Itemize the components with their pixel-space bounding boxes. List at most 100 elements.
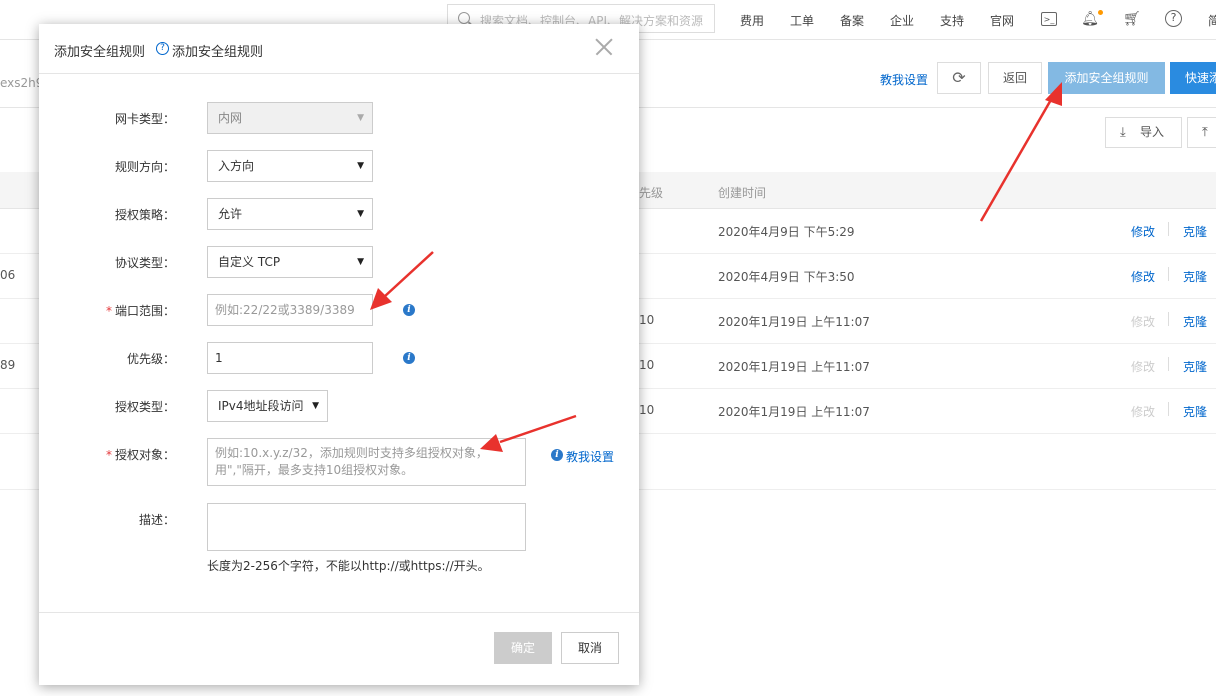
row-edit-link[interactable]: 修改 — [1131, 268, 1155, 285]
row-clone-link[interactable]: 克隆 — [1183, 313, 1207, 330]
help-icon[interactable]: ? — [1165, 10, 1182, 27]
question-icon[interactable]: ? — [156, 42, 169, 55]
nav-link-icp[interactable]: 备案 — [840, 12, 864, 29]
description-textarea[interactable] — [207, 503, 526, 551]
nic-type-value: 内网 — [218, 111, 243, 125]
port-range-input[interactable]: 例如:22/22或3389/3389 — [207, 294, 373, 326]
teach-me-link[interactable]: 教我设置 — [566, 448, 614, 465]
teach-me-link[interactable]: 教我设置 — [880, 71, 928, 88]
nav-link-tickets[interactable]: 工单 — [790, 12, 814, 29]
chevron-down-icon: ▼ — [357, 113, 364, 123]
nav-link-cut[interactable]: 简 — [1208, 12, 1216, 29]
row-created-time: 2020年1月19日 上午11:07 — [718, 405, 870, 419]
info-icon[interactable]: i — [403, 352, 415, 364]
port-range-placeholder: 例如:22/22或3389/3389 — [215, 303, 355, 317]
row-created-time: 2020年1月19日 上午11:07 — [718, 360, 870, 374]
row-edit-link-disabled: 修改 — [1131, 405, 1156, 419]
port-range-label: * 端口范围： — [55, 302, 175, 319]
row-left-fragment: 89 — [0, 358, 16, 372]
auth-type-select[interactable]: IPv4地址段访问 ▼ — [207, 390, 328, 422]
row-clone-link[interactable]: 克隆 — [1183, 268, 1207, 285]
info-icon: i — [551, 449, 563, 461]
policy-select[interactable]: 允许 ▼ — [207, 198, 373, 230]
row-edit-link-disabled: 修改 — [1131, 315, 1156, 329]
row-action-divider — [1168, 357, 1169, 371]
cancel-button[interactable]: 取消 — [561, 632, 619, 664]
row-action-divider — [1168, 267, 1169, 281]
download-icon: ⤓ — [1120, 125, 1126, 140]
add-security-group-rule-button[interactable]: 添加安全组规则 — [1048, 62, 1165, 94]
row-action-divider — [1168, 312, 1169, 326]
nic-type-select: 内网 ▼ — [207, 102, 373, 134]
description-label: 描述： — [138, 513, 175, 527]
description-hint: 长度为2-256个字符，不能以http://或https://开头。 — [207, 559, 490, 573]
auth-object-textarea[interactable]: 例如:10.x.y.z/32，添加规则时支持多组授权对象，用","隔开，最多支持… — [207, 438, 526, 486]
bell-icon[interactable]: 🔔︎ — [1081, 10, 1099, 28]
policy-value: 允许 — [218, 207, 243, 221]
port-range-label-text: 端口范围： — [114, 304, 175, 318]
auth-object-label: * 授权对象： — [55, 446, 175, 463]
back-button[interactable]: 返回 — [988, 62, 1042, 94]
import-button[interactable]: ⤓ 导入 — [1105, 117, 1182, 148]
nav-link-billing[interactable]: 费用 — [740, 12, 764, 29]
row-created-time: 2020年4月9日 下午3:50 — [718, 270, 855, 284]
security-group-id-fragment: exs2h9 — [0, 76, 44, 90]
auth-type-label: 授权类型： — [114, 400, 175, 414]
chevron-down-icon: ▼ — [357, 257, 364, 267]
nav-link-enterprise[interactable]: 企业 — [890, 12, 914, 29]
direction-value: 入方向 — [218, 159, 255, 173]
notification-dot — [1098, 10, 1103, 15]
quick-add-button[interactable]: 快速添 — [1170, 62, 1216, 94]
import-label: 导入 — [1140, 125, 1165, 139]
confirm-button[interactable]: 确定 — [494, 632, 552, 664]
row-edit-link[interactable]: 修改 — [1131, 223, 1155, 240]
export-button[interactable]: ⤒ — [1187, 117, 1216, 148]
column-header-priority: 先级 — [639, 186, 664, 200]
dialog-help-link[interactable]: 添加安全组规则 — [172, 41, 263, 60]
row-priority: 10 — [639, 358, 655, 372]
protocol-value: 自定义 TCP — [218, 255, 281, 269]
row-action-divider — [1168, 222, 1169, 236]
priority-label: 优先级： — [126, 352, 175, 366]
chevron-down-icon: ▼ — [312, 401, 319, 411]
row-clone-link[interactable]: 克隆 — [1183, 223, 1207, 240]
nav-link-official-site[interactable]: 官网 — [990, 12, 1014, 29]
row-action-divider — [1168, 402, 1169, 416]
refresh-button[interactable]: ⟳ — [937, 62, 981, 94]
row-created-time: 2020年1月19日 上午11:07 — [718, 315, 870, 329]
row-left-fragment: 06 — [0, 268, 16, 282]
protocol-select[interactable]: 自定义 TCP ▼ — [207, 246, 373, 278]
nav-link-support[interactable]: 支持 — [940, 12, 964, 29]
row-created-time: 2020年4月9日 下午5:29 — [718, 225, 855, 239]
priority-input[interactable]: 1 — [207, 342, 373, 374]
required-asterisk: * — [105, 448, 112, 462]
close-icon[interactable] — [593, 36, 615, 58]
row-priority: 10 — [639, 313, 655, 327]
nic-type-label: 网卡类型： — [114, 112, 175, 126]
cart-icon[interactable]: 🛒︎ — [1123, 10, 1141, 28]
dialog-title: 添加安全组规则 — [54, 45, 146, 60]
auth-type-value: IPv4地址段访问 — [218, 399, 304, 413]
dialog-header: 添加安全组规则 ? 添加安全组规则 — [39, 24, 639, 74]
terminal-icon[interactable]: >_ — [1041, 12, 1057, 26]
protocol-label: 协议类型： — [114, 256, 175, 270]
direction-label: 规则方向： — [114, 160, 175, 174]
priority-value: 1 — [215, 351, 223, 365]
policy-label: 授权策略： — [114, 208, 175, 222]
auth-object-placeholder: 例如:10.x.y.z/32，添加规则时支持多组授权对象，用","隔开，最多支持… — [215, 446, 488, 477]
column-header-created-time: 创建时间 — [718, 186, 767, 200]
auth-object-label-text: 授权对象： — [114, 448, 175, 462]
chevron-down-icon: ▼ — [357, 161, 364, 171]
row-clone-link[interactable]: 克隆 — [1183, 403, 1207, 420]
refresh-icon: ⟳ — [952, 68, 966, 87]
row-priority: 10 — [639, 403, 655, 417]
dialog-footer-divider — [39, 612, 639, 613]
direction-select[interactable]: 入方向 ▼ — [207, 150, 373, 182]
row-edit-link-disabled: 修改 — [1131, 360, 1156, 374]
add-rule-dialog: 添加安全组规则 ? 添加安全组规则 网卡类型： 内网 ▼ 规则方向： 入方向 ▼… — [39, 24, 639, 685]
required-asterisk: * — [105, 304, 112, 318]
search-icon — [458, 12, 470, 24]
chevron-down-icon: ▼ — [357, 209, 364, 219]
row-clone-link[interactable]: 克隆 — [1183, 358, 1207, 375]
info-icon[interactable]: i — [403, 304, 415, 316]
